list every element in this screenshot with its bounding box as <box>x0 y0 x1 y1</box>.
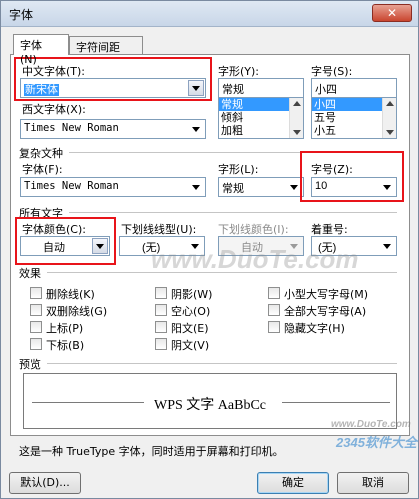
tab-font[interactable]: 字体 (N) <box>13 34 69 66</box>
underline-color-combo: 自动 <box>218 236 304 256</box>
small-caps-label: 小型大写字母(M) <box>284 288 369 301</box>
font-style-list[interactable]: 常规 倾斜 加粗 <box>218 97 304 139</box>
complex-style-value: 常规 <box>222 183 244 195</box>
complex-font-combo[interactable]: Times New Roman <box>20 177 206 197</box>
highlight-box-font-color <box>15 217 116 265</box>
underline-color-value: 自动 <box>241 242 263 254</box>
chevron-down-icon <box>192 185 200 190</box>
western-font-label: 西文字体(X): <box>22 103 86 116</box>
engrave-label: 阴文(V) <box>171 339 210 352</box>
complex-font-value: Times New Roman <box>24 180 119 192</box>
outline-checkbox[interactable] <box>155 304 167 316</box>
scroll-down-icon[interactable] <box>293 130 301 135</box>
shadow-label: 阴影(W) <box>171 288 213 301</box>
scroll-up-icon[interactable] <box>386 101 394 106</box>
superscript-checkbox[interactable] <box>30 321 42 333</box>
chevron-down-icon <box>191 244 199 249</box>
all-caps-label: 全部大写字母(A) <box>284 305 367 318</box>
font-size-scrollbar[interactable] <box>382 98 396 138</box>
emboss-label: 阳文(E) <box>171 322 209 335</box>
highlight-box-chinese-font <box>14 57 212 101</box>
font-description: 这是一种 TrueType 字体，同时适用于屏幕和打印机。 <box>19 445 284 458</box>
divider <box>69 212 397 213</box>
font-dialog: 字体 ✕ 字体 (N) 字符间距(R) 中文字体(T): 新宋体 字形(Y): … <box>0 0 419 499</box>
emphasis-combo[interactable]: (无) <box>311 236 397 256</box>
strikethrough-label: 删除线(K) <box>46 288 95 301</box>
highlight-box-complex-size <box>300 151 404 202</box>
font-style-label: 字形(Y): <box>218 65 260 78</box>
double-strikethrough-label: 双删除线(G) <box>46 305 108 318</box>
strikethrough-checkbox[interactable] <box>30 287 42 299</box>
title-bar: 字体 ✕ <box>1 1 418 27</box>
hidden-text-checkbox[interactable] <box>268 321 280 333</box>
scroll-up-icon[interactable] <box>293 101 301 106</box>
complex-font-label: 字体(F): <box>22 163 63 176</box>
font-style-scrollbar[interactable] <box>289 98 303 138</box>
underline-style-combo[interactable]: (无) <box>119 236 205 256</box>
superscript-label: 上标(P) <box>46 322 84 335</box>
chevron-down-icon <box>383 244 391 249</box>
divider <box>47 363 397 364</box>
default-button[interactable]: 默认(D)... <box>9 472 81 494</box>
font-size-input[interactable]: 小四 <box>311 78 397 98</box>
emboss-checkbox[interactable] <box>155 321 167 333</box>
font-size-list[interactable]: 小四 五号 小五 <box>311 97 397 139</box>
divider <box>47 272 397 273</box>
underline-color-label: 下划线颜色(I): <box>218 223 289 236</box>
preview-box: WPS 文字 AaBbCc <box>23 373 397 429</box>
underline-style-label: 下划线线型(U): <box>121 223 197 236</box>
chevron-down-icon <box>290 244 298 249</box>
outline-label: 空心(O) <box>171 305 211 318</box>
all-caps-checkbox[interactable] <box>268 304 280 316</box>
preview-section-title: 预览 <box>19 358 41 371</box>
shadow-checkbox[interactable] <box>155 287 167 299</box>
window-title: 字体 <box>9 8 34 22</box>
emphasis-value: (无) <box>318 242 337 254</box>
engrave-checkbox[interactable] <box>155 338 167 350</box>
font-style-input[interactable]: 常规 <box>218 78 304 98</box>
cancel-button[interactable]: 取消 <box>337 472 409 494</box>
effects-section-title: 效果 <box>19 267 41 280</box>
preview-sample-text: WPS 文字 AaBbCc <box>154 398 266 413</box>
scroll-down-icon[interactable] <box>386 130 394 135</box>
complex-section-title: 复杂文种 <box>19 147 63 160</box>
double-strikethrough-checkbox[interactable] <box>30 304 42 316</box>
subscript-label: 下标(B) <box>46 339 85 352</box>
hidden-text-label: 隐藏文字(H) <box>284 322 345 335</box>
subscript-checkbox[interactable] <box>30 338 42 350</box>
small-caps-checkbox[interactable] <box>268 287 280 299</box>
complex-style-label: 字形(L): <box>218 163 259 176</box>
chevron-down-icon <box>290 185 298 190</box>
western-font-combo[interactable]: Times New Roman <box>20 119 206 139</box>
chevron-down-icon <box>192 127 200 132</box>
tab-character-spacing[interactable]: 字符间距(R) <box>69 36 143 68</box>
close-icon: ✕ <box>386 6 398 20</box>
complex-style-combo[interactable]: 常规 <box>218 177 304 197</box>
close-button[interactable]: ✕ <box>372 4 412 22</box>
western-font-value: Times New Roman <box>24 122 119 134</box>
ok-button[interactable]: 确定 <box>257 472 329 494</box>
font-size-label: 字号(S): <box>311 65 353 78</box>
underline-style-value: (无) <box>142 242 161 254</box>
emphasis-label: 着重号: <box>311 223 348 236</box>
